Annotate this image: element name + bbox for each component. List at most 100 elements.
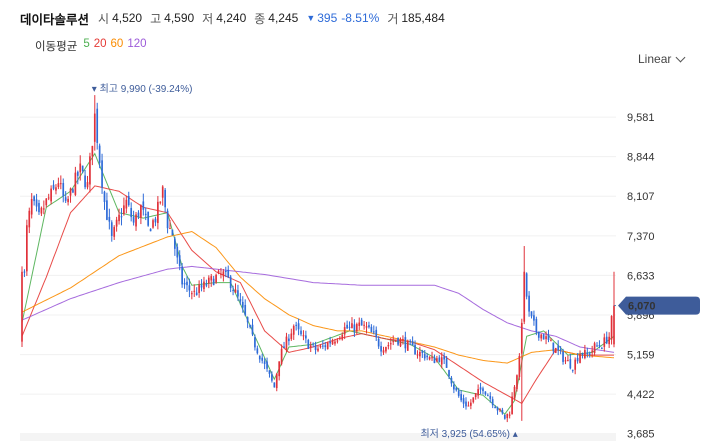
candle-body — [603, 337, 606, 347]
candle-body — [149, 228, 152, 232]
candle-body — [246, 317, 249, 323]
candle-body — [86, 182, 89, 188]
candle-body — [251, 324, 254, 335]
candle-body — [537, 331, 540, 338]
candle-body — [554, 347, 557, 353]
candle-body — [152, 220, 154, 228]
candle-body — [377, 338, 380, 347]
candle-body — [157, 201, 159, 224]
candle-body — [470, 402, 472, 406]
candle-body — [586, 352, 589, 355]
candle-body — [120, 216, 123, 218]
candle-body — [64, 197, 67, 201]
candle-body — [254, 337, 256, 348]
current-price-tag: 6,070 — [614, 296, 700, 315]
candle-body — [183, 282, 186, 285]
candle-body — [55, 187, 57, 191]
candle-body — [479, 387, 482, 390]
candle-body — [222, 271, 225, 277]
candle-body — [399, 339, 402, 347]
candle-body — [343, 327, 346, 335]
candle-body — [38, 203, 40, 213]
candle-body — [453, 384, 455, 390]
candle-body — [516, 375, 518, 390]
candle-body — [227, 269, 230, 278]
candle-body — [552, 342, 555, 352]
candle-body — [164, 189, 166, 208]
candle-body — [503, 414, 506, 419]
candle-body — [79, 163, 82, 173]
candle-body — [322, 345, 324, 347]
y-tick-label: 4,422 — [627, 389, 655, 401]
candle-body — [457, 390, 460, 396]
candle-body — [358, 322, 361, 326]
candle-body — [598, 345, 601, 347]
candle-body — [72, 189, 74, 193]
candle-body — [540, 334, 543, 339]
candle-body — [436, 358, 438, 362]
candle-body — [392, 341, 395, 343]
candle-body — [84, 175, 86, 188]
candle-body — [508, 414, 511, 416]
candlestick-series — [21, 95, 615, 423]
candle-body — [280, 348, 283, 364]
candle-body — [147, 211, 150, 226]
candle-body — [494, 406, 496, 409]
candle-body — [40, 207, 43, 214]
candle-body — [428, 357, 431, 360]
candle-body — [513, 386, 516, 399]
candle-body — [593, 343, 596, 354]
candle-body — [440, 357, 443, 365]
candle-body — [382, 350, 385, 353]
candle-body — [178, 255, 181, 266]
candle-body — [76, 171, 79, 176]
candle-body — [67, 198, 69, 203]
y-tick-label: 5,159 — [627, 350, 655, 362]
candle-body — [45, 198, 48, 206]
candle-body — [144, 213, 147, 216]
candle-body — [244, 304, 247, 315]
candle-body — [74, 172, 77, 195]
candle-body — [445, 358, 448, 368]
price-chart[interactable]: 9,5818,8448,1077,3706,6335,8965,1594,422… — [0, 0, 711, 441]
candle-body — [21, 271, 23, 342]
candle-body — [460, 394, 462, 401]
candle-body — [229, 276, 232, 289]
candle-body — [26, 225, 28, 272]
candle-body — [484, 391, 487, 395]
candle-body — [312, 343, 314, 345]
candle-body — [482, 388, 484, 392]
candle-body — [351, 323, 353, 329]
candle-body — [520, 322, 523, 354]
candle-body — [518, 355, 521, 377]
candle-body — [438, 357, 441, 362]
candle-body — [285, 336, 288, 350]
candle-body — [605, 336, 608, 344]
candle-body — [324, 345, 327, 348]
candle-body — [81, 165, 84, 171]
candle-body — [397, 337, 399, 345]
candle-body — [562, 351, 564, 362]
candle-body — [132, 217, 135, 223]
candle-body — [295, 324, 298, 326]
candle-body — [528, 295, 530, 312]
candle-body — [348, 326, 351, 328]
candle-body — [207, 277, 210, 284]
candle-body — [613, 305, 615, 345]
candle-body — [288, 338, 290, 342]
candle-body — [93, 113, 96, 142]
candle-body — [472, 397, 475, 403]
y-tick-label: 8,844 — [627, 152, 655, 164]
max-price-annotation: ▾ 최고 9,990 (-39.24%) — [92, 83, 193, 95]
candle-body — [224, 271, 227, 273]
candle-body — [258, 355, 261, 360]
y-tick-label: 8,107 — [627, 191, 655, 203]
candle-body — [166, 210, 169, 229]
candle-body — [610, 316, 613, 340]
candle-body — [123, 205, 125, 215]
candle-body — [130, 207, 133, 218]
candle-body — [559, 349, 562, 351]
candle-body — [103, 191, 106, 203]
candle-body — [290, 333, 293, 340]
candle-body — [545, 336, 547, 340]
